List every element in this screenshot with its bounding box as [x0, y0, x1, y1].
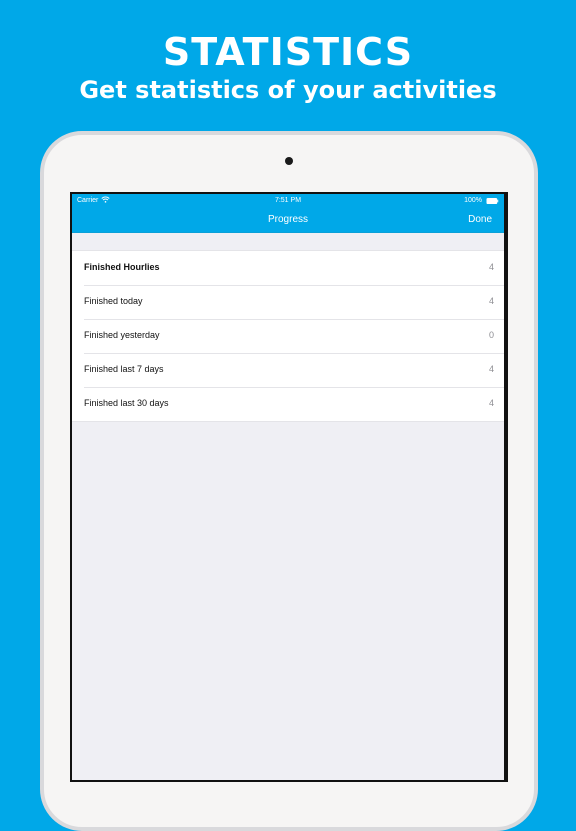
nav-title: Progress [267, 214, 308, 225]
statistics-table: Finished Hourlies 4 Finished today 4 Fin… [72, 250, 504, 422]
table-row[interactable]: Finished today 4 [72, 285, 504, 319]
row-value: 4 [488, 262, 494, 272]
table-row[interactable]: Finished Hourlies 4 [72, 251, 504, 285]
front-camera [285, 157, 293, 165]
app-view: Carrier 7:51 PM 100% Progress Done Finis… [72, 194, 504, 780]
table-row[interactable]: Finished yesterday 0 [72, 319, 504, 353]
promo-headline: STATISTICS [162, 30, 414, 74]
row-value: 4 [488, 296, 494, 306]
row-value: 0 [488, 330, 494, 340]
battery-icon [486, 198, 499, 204]
row-label: Finished last 30 days [84, 398, 169, 408]
row-label: Finished Hourlies [84, 262, 160, 272]
row-label: Finished yesterday [84, 330, 160, 340]
status-time: 7:51 PM [274, 197, 302, 204]
row-label: Finished today [84, 296, 143, 306]
row-value: 4 [488, 398, 494, 408]
device-screen: Carrier 7:51 PM 100% Progress Done Finis… [70, 192, 508, 782]
row-label: Finished last 7 days [84, 364, 164, 374]
done-button[interactable]: Done [468, 214, 492, 225]
battery-percent: 100% [464, 197, 482, 204]
status-bar: Carrier 7:51 PM 100% [72, 194, 504, 208]
row-value: 4 [488, 364, 494, 374]
navigation-bar: Progress Done [72, 208, 504, 233]
table-row[interactable]: Finished last 30 days 4 [72, 387, 504, 421]
table-row[interactable]: Finished last 7 days 4 [72, 353, 504, 387]
promo-subheadline: Get statistics of your activities [79, 76, 497, 104]
